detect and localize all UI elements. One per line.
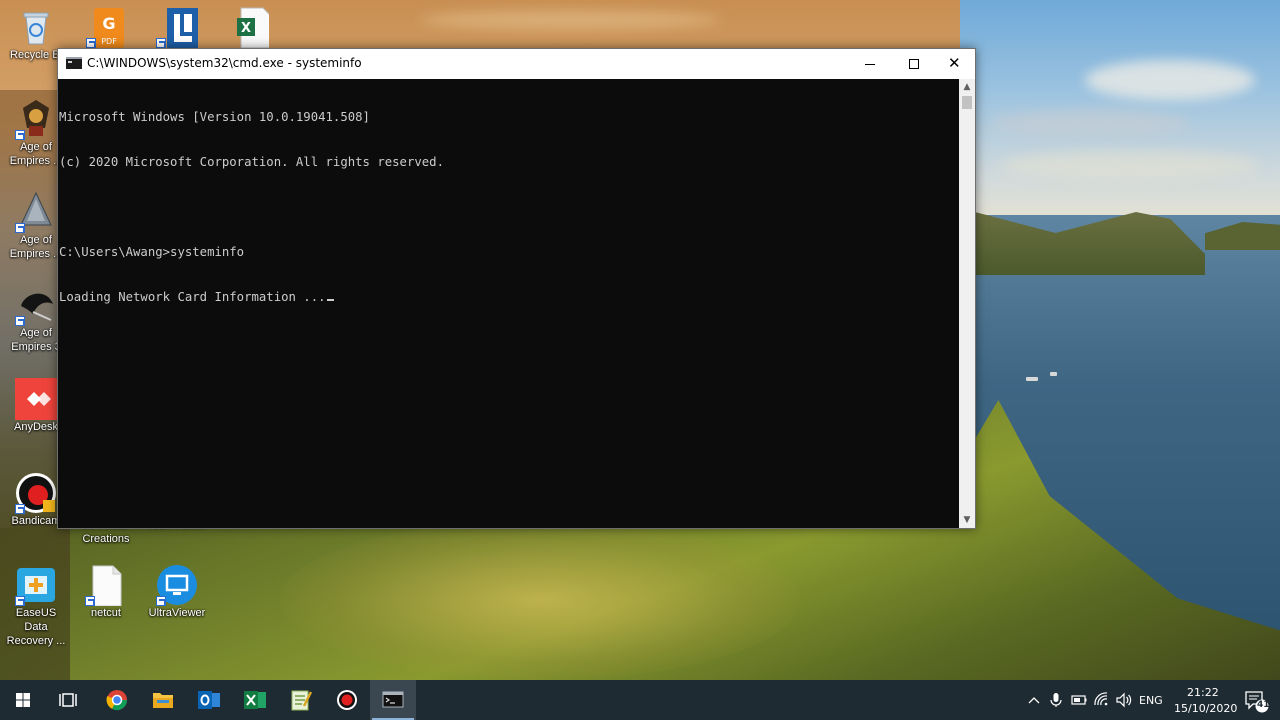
task-view-button[interactable] — [46, 680, 92, 720]
anydesk-icon — [15, 378, 57, 420]
shortcut-arrow-icon — [15, 223, 25, 233]
taskbar-notepad[interactable] — [278, 680, 324, 720]
window-title: C:\WINDOWS\system32\cmd.exe - systeminfo — [87, 56, 362, 70]
scroll-up-arrow-icon[interactable]: ▲ — [959, 79, 975, 95]
start-button[interactable] — [0, 680, 46, 720]
taskbar-file-explorer[interactable] — [140, 680, 186, 720]
desktop-icon-easeus[interactable]: EaseUS Data Recovery ... — [3, 564, 69, 648]
netcut-file-icon — [85, 564, 127, 607]
close-button[interactable]: ✕ — [932, 49, 976, 79]
network-button[interactable] — [1092, 690, 1112, 710]
clock-date[interactable]: 15/10/2020 — [1174, 702, 1237, 715]
battery-button[interactable] — [1069, 690, 1089, 710]
outlook-icon — [198, 691, 220, 709]
clock-time[interactable]: 21:22 — [1187, 686, 1219, 699]
notification-count-badge: 41 — [1257, 700, 1270, 710]
easeus-icon — [15, 564, 57, 606]
shortcut-arrow-icon — [156, 38, 166, 48]
taskbar-outlook[interactable] — [186, 680, 232, 720]
console-line-current: Loading Network Card Information ... — [59, 290, 959, 305]
taskbar-excel[interactable] — [232, 680, 278, 720]
wifi-icon — [1094, 692, 1108, 706]
lumion-icon — [156, 6, 201, 48]
foxit-pdf-icon: G PDF — [86, 6, 128, 48]
action-center-button[interactable]: 41 — [1243, 688, 1270, 714]
taskbar-recorder[interactable] — [324, 680, 370, 720]
shortcut-arrow-icon — [15, 316, 25, 326]
vertical-scrollbar[interactable]: ▲ ▼ — [959, 79, 975, 528]
wallpaper-cloud — [1000, 150, 1260, 180]
desktop-icon-label: Creations — [82, 533, 130, 545]
age-of-empires-icon — [15, 98, 57, 140]
excel-file-icon: X — [227, 6, 272, 49]
scroll-down-arrow-icon[interactable]: ▼ — [959, 512, 975, 528]
svg-text:PDF: PDF — [101, 37, 117, 46]
desktop-icon-netcut[interactable]: netcut — [73, 564, 139, 620]
task-view-icon — [59, 693, 77, 707]
taskbar-cmd[interactable] — [370, 680, 416, 720]
console-line: Microsoft Windows [Version 10.0.19041.50… — [59, 110, 370, 124]
maximize-button[interactable] — [892, 49, 936, 79]
wallpaper-cloud — [990, 110, 1190, 138]
maximize-icon — [909, 59, 919, 69]
window-titlebar[interactable]: C:\WINDOWS\system32\cmd.exe - systeminfo… — [58, 49, 975, 79]
minimize-button[interactable] — [848, 49, 892, 79]
chevron-up-icon — [1028, 697, 1040, 704]
excel-icon — [244, 691, 266, 709]
desktop-icon-excel-file[interactable]: X — [215, 6, 281, 49]
desktop-icon-lumion[interactable] — [144, 6, 210, 48]
desktop-icon-label: EaseUS Data — [15, 607, 57, 633]
cmd-window[interactable]: C:\WINDOWS\system32\cmd.exe - systeminfo… — [57, 48, 976, 529]
show-hidden-icons-button[interactable] — [1024, 690, 1044, 710]
wallpaper-boat — [1050, 372, 1057, 376]
text-cursor — [326, 299, 334, 301]
ultraviewer-icon — [156, 564, 198, 606]
record-icon — [337, 690, 357, 710]
console-line: C:\Users\Awang>systeminfo — [59, 245, 245, 259]
chrome-icon — [106, 690, 128, 711]
microphone-icon — [1050, 693, 1062, 707]
wallpaper-grass — [280, 520, 800, 680]
start-icon — [16, 693, 30, 707]
cmd-app-icon[interactable] — [66, 57, 82, 69]
volume-button[interactable] — [1114, 690, 1134, 710]
notepad-icon — [291, 690, 313, 711]
scrollbar-thumb[interactable] — [962, 96, 972, 109]
wallpaper-boat — [1026, 377, 1038, 381]
wallpaper-cloud — [420, 10, 720, 30]
bandicam-icon — [15, 472, 57, 514]
desktop-icon-label: Recovery ... — [6, 635, 66, 647]
desktop-icon-label: netcut — [91, 607, 121, 619]
svg-text:X: X — [241, 21, 251, 36]
speaker-icon — [1116, 692, 1132, 708]
wallpaper-cloud — [1085, 60, 1255, 100]
shortcut-arrow-icon — [85, 596, 95, 606]
shortcut-arrow-icon — [15, 596, 25, 606]
file-explorer-icon — [153, 693, 173, 708]
input-language[interactable]: ENG — [1139, 694, 1163, 707]
age-of-empires-3-icon — [15, 284, 57, 326]
desktop-icon-ultraviewer[interactable]: UltraViewer — [144, 564, 210, 620]
recycle-bin-icon — [15, 6, 57, 48]
age-of-empires-2-icon — [15, 191, 57, 233]
taskbar: ENG 21:22 15/10/2020 41 — [0, 680, 1280, 720]
cmd-icon — [382, 691, 404, 708]
taskbar-chrome[interactable] — [94, 680, 140, 720]
shortcut-arrow-icon — [86, 38, 96, 48]
battery-icon — [1071, 695, 1087, 705]
desktop-icon-foxit-pdf[interactable]: G PDF — [74, 6, 140, 48]
shortcut-arrow-icon — [156, 596, 166, 606]
console-output[interactable]: Microsoft Windows [Version 10.0.19041.50… — [59, 79, 959, 528]
shortcut-arrow-icon — [15, 130, 25, 140]
console-line-text: Loading Network Card Information ... — [59, 290, 326, 304]
desktop-icon-label: UltraViewer — [148, 607, 206, 619]
microphone-button[interactable] — [1046, 690, 1066, 710]
close-icon: ✕ — [948, 54, 961, 72]
svg-text:G: G — [102, 14, 115, 33]
minimize-icon — [865, 64, 875, 65]
console-line: (c) 2020 Microsoft Corporation. All righ… — [59, 155, 444, 169]
shortcut-arrow-icon — [15, 504, 25, 514]
